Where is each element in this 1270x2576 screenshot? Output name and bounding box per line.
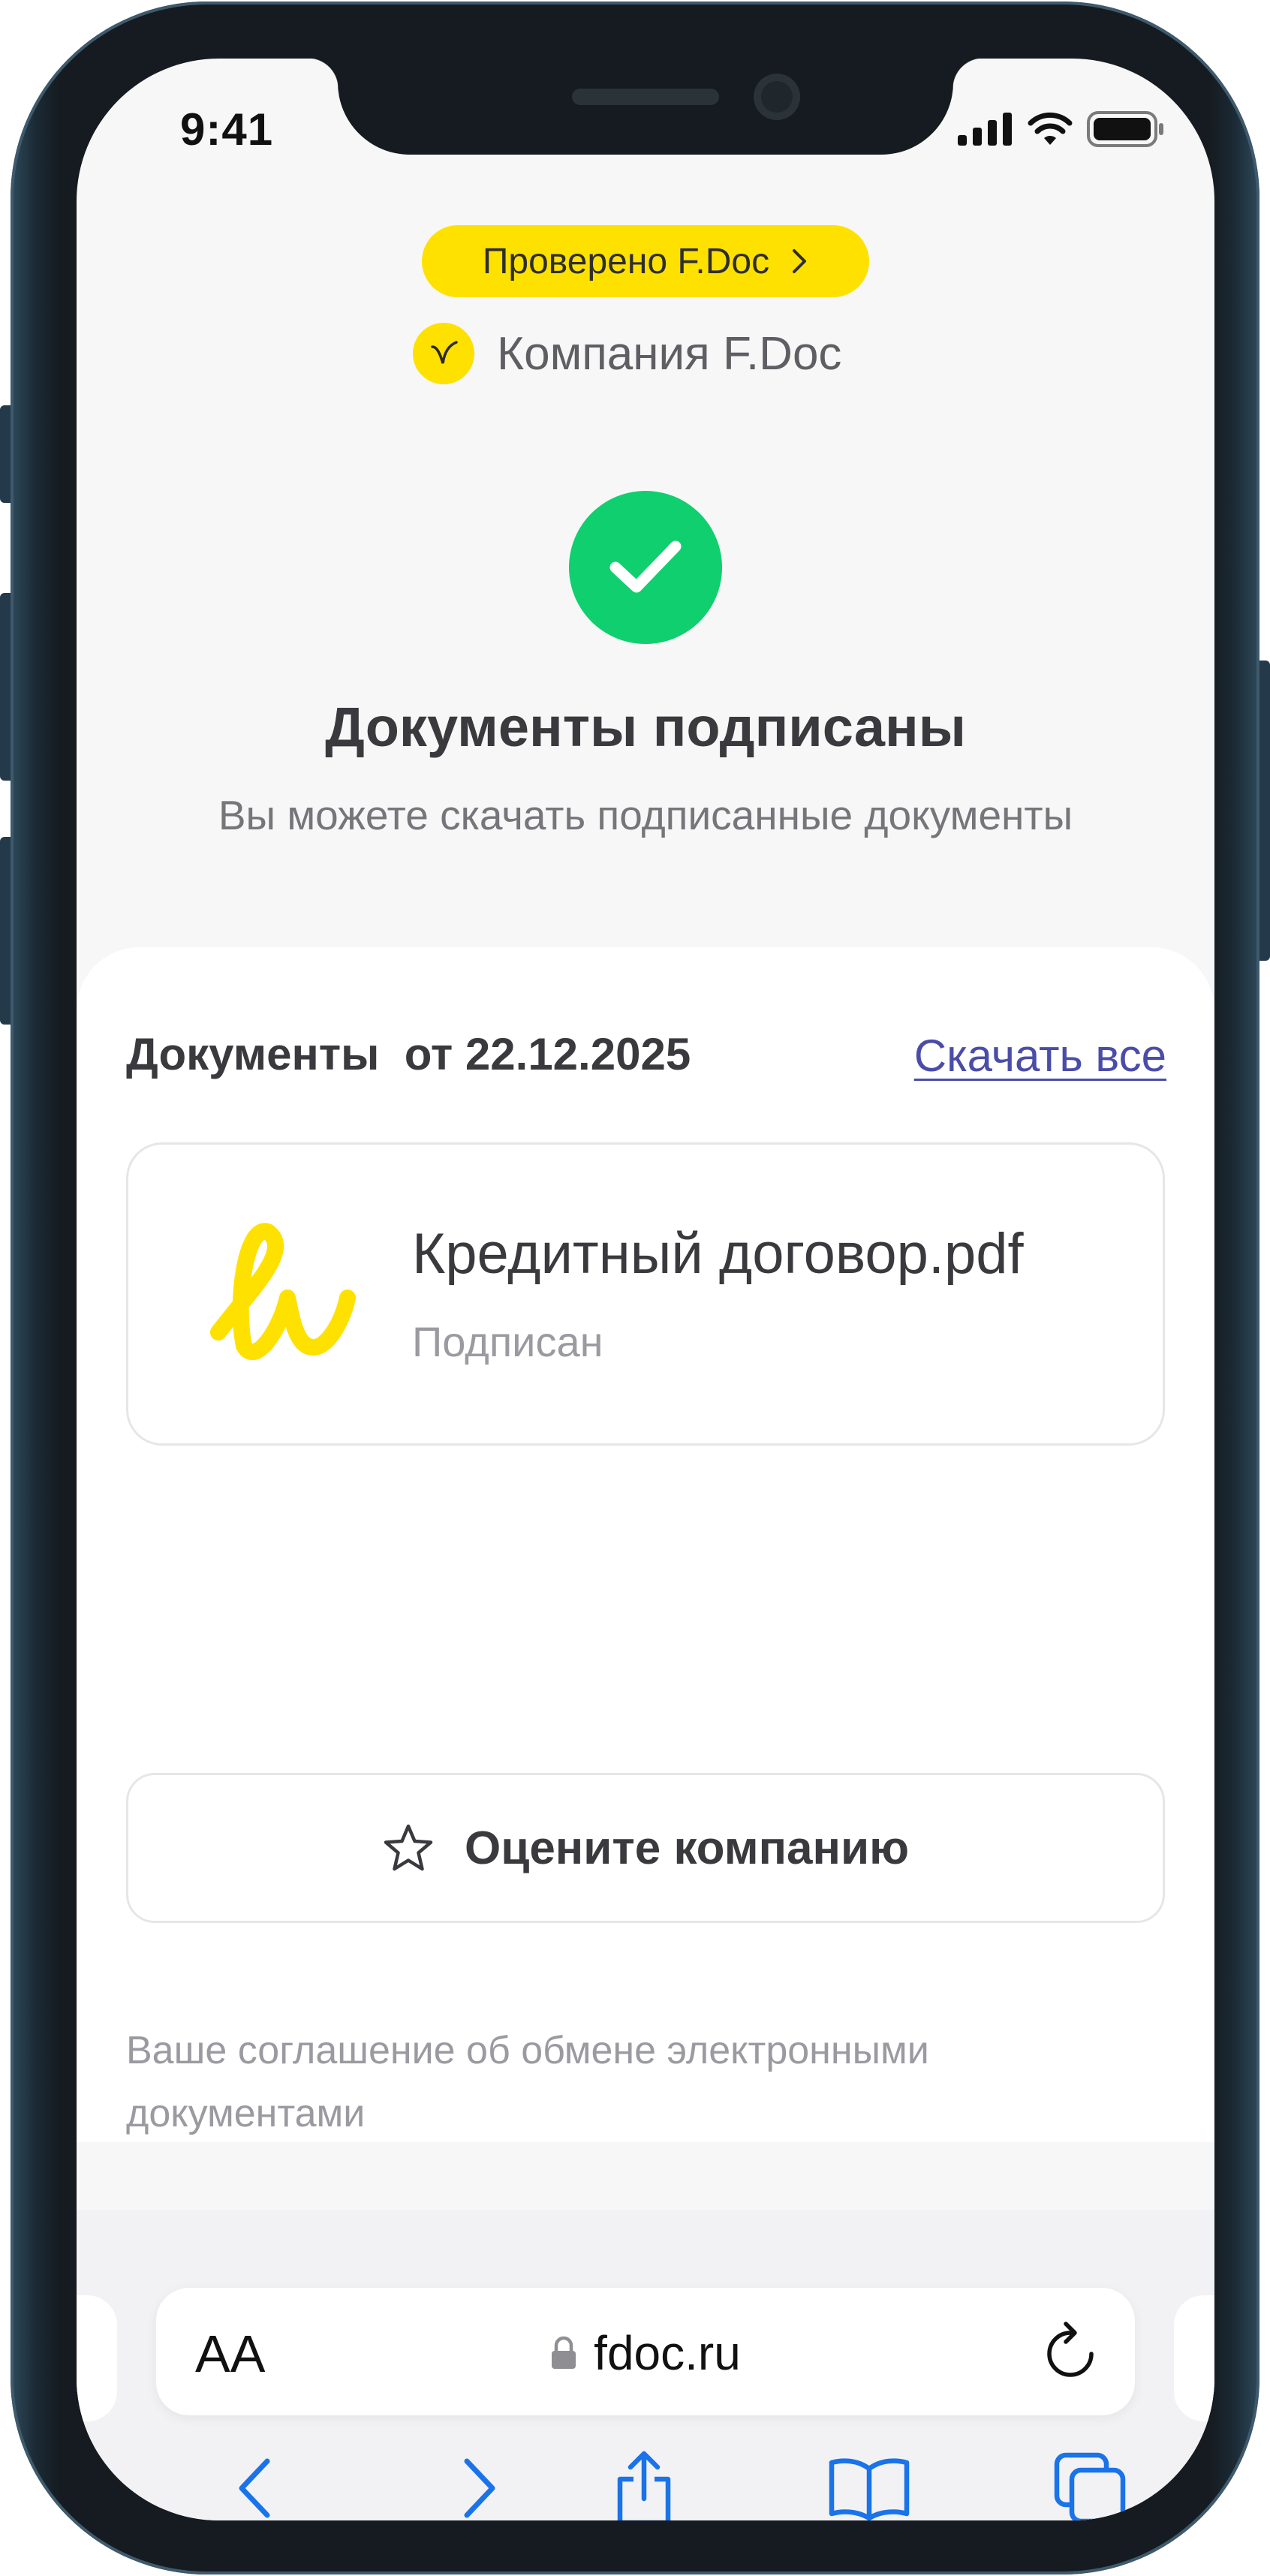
tabs-icon [1054,2452,1126,2520]
company-logo [413,323,474,384]
phone-frame: 9:41 Проверено F.Doc Компания F.Doc Доку… [11,2,1259,2574]
url-text: fdoc.ru [594,2326,741,2380]
status-time: 9:41 [180,104,274,155]
bookmarks-button[interactable] [824,2447,914,2520]
lock-icon [552,2336,576,2369]
tabs-button[interactable] [1045,2447,1135,2520]
notch [308,59,983,155]
star-icon [384,1824,433,1871]
document-signature-icon [210,1223,356,1360]
status-icons [958,111,1165,147]
page-subtitle: Вы можете скачать подписанные документы [218,792,1073,838]
documents-card: Документы от 22.12.2025 Скачать все Кред… [77,947,1214,2142]
share-button[interactable] [599,2447,689,2520]
next-tab-preview[interactable] [1174,2295,1214,2421]
front-camera [754,74,800,120]
success-icon [569,491,722,644]
back-icon [239,2458,270,2518]
address-bar[interactable]: AA fdoc.ru [156,2288,1135,2415]
agreement-link[interactable]: Ваше соглашение об обмене электронными д… [126,2019,1102,2145]
company-name: Компания F.Doc [497,327,842,380]
documents-section-label: Документы от 22.12.2025 [126,1029,691,1079]
verified-badge[interactable]: Проверено F.Doc [422,225,869,297]
speaker-grille [572,89,719,105]
chevron-right-icon [793,249,807,273]
cellular-signal-icon [958,113,1012,146]
reload-icon[interactable] [1040,2319,1100,2384]
wifi-icon [1028,112,1073,145]
document-status: Подписан [412,1318,603,1365]
share-icon [617,2451,671,2520]
company-logo-icon [431,341,458,364]
document-item[interactable]: Кредитный договор.pdf Подписан [126,1142,1165,1446]
url-display[interactable]: fdoc.ru [156,2325,1135,2381]
previous-tab-preview[interactable] [77,2295,117,2421]
rate-company-button[interactable]: Оцените компанию [126,1773,1165,1923]
verified-badge-label: Проверено F.Doc [482,241,770,281]
browser-toolbar [77,2447,1214,2520]
company-row: Компания F.Doc [413,323,841,384]
rate-company-label: Оцените компанию [464,1822,910,1874]
download-all-link[interactable]: Скачать все [914,1030,1166,1082]
phone-screen: 9:41 Проверено F.Doc Компания F.Doc Доку… [77,59,1214,2520]
back-button[interactable] [210,2447,300,2520]
document-name: Кредитный договор.pdf [412,1222,1024,1286]
browser-bar: AA fdoc.ru [77,2210,1214,2520]
forward-button[interactable] [434,2447,524,2520]
page-title: Документы подписаны [325,696,966,758]
battery-icon [1087,111,1163,147]
bookmarks-icon [829,2458,910,2520]
checkmark-icon [609,540,682,593]
forward-icon [464,2458,495,2518]
